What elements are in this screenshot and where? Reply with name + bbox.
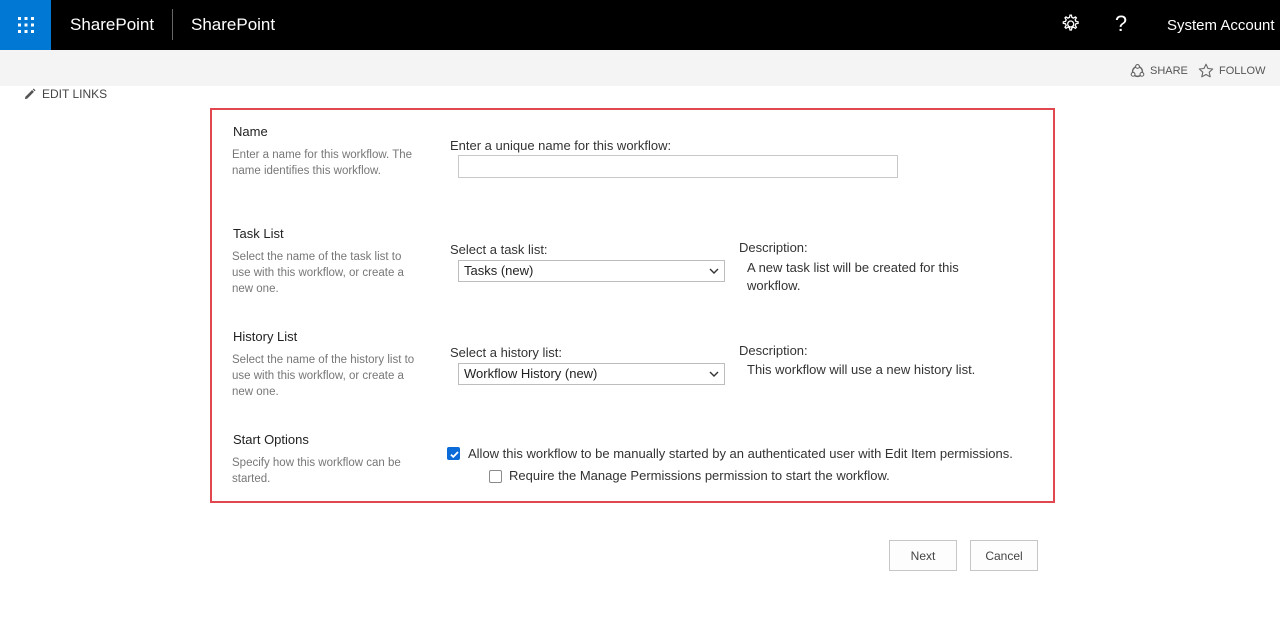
- name-section-description: Enter a name for this workflow. The name…: [232, 149, 413, 177]
- task-list-section-title: Task List: [233, 226, 284, 241]
- gear-icon[interactable]: [1058, 12, 1082, 36]
- history-list-selected-value: Workflow History (new): [464, 366, 598, 381]
- task-list-selected-value: Tasks (new): [464, 263, 534, 278]
- allow-manual-start-checkbox[interactable]: [447, 447, 460, 460]
- workflow-name-label: Enter a unique name for this workflow:: [450, 138, 672, 153]
- share-icon: [1130, 63, 1145, 77]
- task-list-select[interactable]: Tasks (new): [458, 260, 725, 282]
- task-list-description-text: A new task list will be created for this…: [747, 260, 959, 293]
- history-list-select[interactable]: Workflow History (new): [458, 363, 725, 385]
- help-button[interactable]: ?: [1110, 0, 1132, 50]
- account-name[interactable]: System Account: [1167, 0, 1275, 50]
- share-button[interactable]: SHARE: [1130, 63, 1188, 79]
- pencil-icon: [24, 87, 36, 99]
- cancel-button[interactable]: Cancel: [970, 540, 1038, 571]
- history-list-description-label: Description:: [739, 343, 808, 358]
- task-list-select-label: Select a task list:: [450, 242, 548, 257]
- chevron-down-icon: [709, 371, 719, 377]
- checkmark-icon: [450, 451, 459, 459]
- site-name-link[interactable]: SharePoint: [191, 0, 275, 50]
- brand-link[interactable]: SharePoint: [70, 0, 154, 50]
- suite-bar: SharePoint SharePoint ? System Account: [0, 0, 1280, 50]
- require-manage-permissions-label: Require the Manage Permissions permissio…: [509, 468, 890, 483]
- history-list-select-label: Select a history list:: [450, 345, 562, 360]
- suite-divider: [172, 9, 173, 40]
- start-options-section-title: Start Options: [233, 432, 309, 447]
- workflow-name-input[interactable]: [458, 155, 898, 178]
- allow-manual-start-label: Allow this workflow to be manually start…: [468, 446, 1013, 461]
- history-list-section-description: Select the name of the history list to u…: [232, 354, 415, 398]
- share-label: SHARE: [1150, 65, 1188, 77]
- next-button[interactable]: Next: [889, 540, 957, 571]
- edit-links-label: EDIT LINKS: [42, 87, 108, 101]
- follow-button[interactable]: FOLLOW: [1198, 63, 1265, 79]
- task-list-section-description: Select the name of the task list to use …: [232, 251, 404, 295]
- waffle-icon: [17, 17, 34, 33]
- start-options-section-description: Specify how this workflow can be started…: [232, 457, 401, 485]
- history-list-section-title: History List: [233, 329, 298, 344]
- require-manage-permissions-checkbox[interactable]: [489, 470, 502, 483]
- task-list-description-label: Description:: [739, 240, 808, 255]
- edit-links-button[interactable]: EDIT LINKS: [23, 86, 107, 102]
- history-list-description-text: This workflow will use a new history lis…: [747, 362, 976, 377]
- action-bar: [0, 50, 1280, 86]
- follow-label: FOLLOW: [1219, 65, 1266, 77]
- name-section-title: Name: [233, 124, 268, 139]
- star-icon: [1198, 63, 1214, 78]
- chevron-down-icon: [709, 268, 719, 274]
- app-launcher-button[interactable]: [0, 0, 51, 50]
